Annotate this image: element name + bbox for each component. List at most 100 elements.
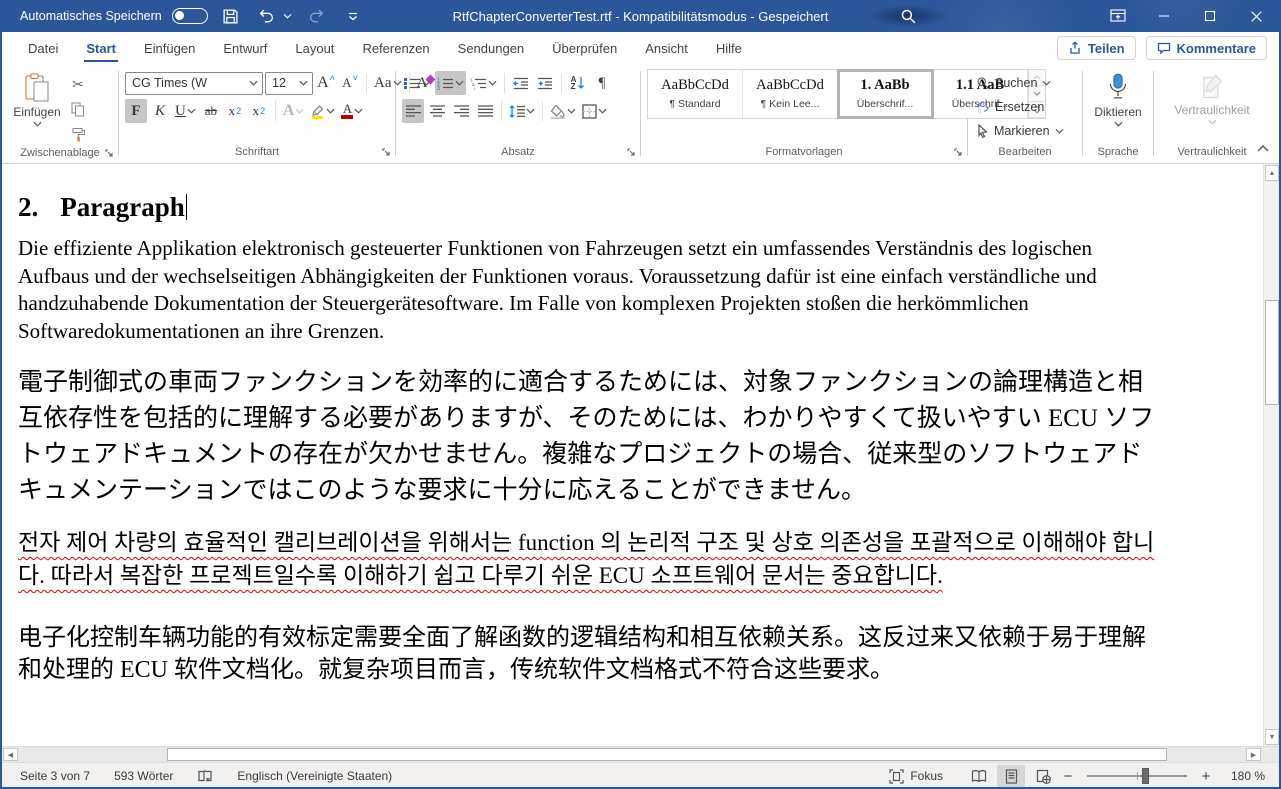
tab-ansicht[interactable]: Ansicht	[631, 32, 702, 64]
paragraph-chinese[interactable]: 电子化控制车辆功能的有效标定需要全面了解函数的逻辑结构和相互依赖关系。这反过来又…	[18, 622, 1163, 686]
zoom-level[interactable]: 180 %	[1217, 769, 1265, 783]
align-center-button[interactable]	[426, 99, 448, 123]
cut-icon[interactable]: ✂	[66, 73, 90, 95]
tab-hilfe[interactable]: Hilfe	[702, 32, 756, 64]
style-standard[interactable]: AaBbCcDd ¶ Standard	[648, 70, 743, 118]
show-formatting-marks-button[interactable]: ¶	[591, 71, 613, 95]
language-group: Diktieren Sprache	[1085, 67, 1151, 163]
paste-button[interactable]: Einfügen	[8, 69, 66, 145]
horizontal-scrollbar-thumb[interactable]	[167, 748, 1167, 761]
text-effects-button[interactable]: A	[281, 99, 307, 123]
ribbon-display-options-icon[interactable]	[1095, 0, 1141, 32]
bullets-button[interactable]	[402, 71, 433, 95]
paragraph-japanese[interactable]: 電子制御式の車両ファンクションを効率的に適合するためには、対象ファンクションの論…	[18, 365, 1163, 509]
align-right-button[interactable]	[450, 99, 472, 123]
zoom-in-button[interactable]: +	[1199, 768, 1213, 785]
share-button[interactable]: Teilen	[1057, 36, 1136, 60]
font-name-combobox[interactable]: CG Times (W	[125, 72, 263, 95]
zoom-out-button[interactable]: −	[1061, 768, 1075, 785]
grow-font-button[interactable]: A˄	[315, 71, 337, 95]
align-left-button[interactable]	[402, 99, 424, 123]
scroll-right-icon[interactable]: ▶	[1246, 748, 1261, 761]
read-mode-icon[interactable]	[965, 765, 993, 787]
redo-icon	[304, 3, 330, 29]
comments-button[interactable]: Kommentare	[1146, 36, 1267, 60]
tab-layout[interactable]: Layout	[281, 32, 348, 64]
close-button[interactable]	[1233, 0, 1279, 32]
web-layout-icon[interactable]	[1029, 765, 1057, 787]
copy-icon[interactable]	[66, 98, 90, 120]
borders-button[interactable]	[580, 99, 609, 123]
comment-icon	[1157, 41, 1171, 55]
minimize-button[interactable]	[1141, 0, 1187, 32]
paragraph-german[interactable]: Die effiziente Applikation elektronisch …	[18, 235, 1158, 345]
increase-indent-button[interactable]	[534, 71, 556, 95]
save-icon[interactable]	[218, 3, 244, 29]
sensitivity-icon	[1199, 73, 1225, 101]
maximize-button[interactable]	[1187, 0, 1233, 32]
justify-button[interactable]	[474, 99, 496, 123]
scroll-down-icon[interactable]: ▼	[1265, 729, 1279, 745]
scroll-left-icon[interactable]: ◀	[3, 748, 18, 761]
svg-text:i: i	[474, 86, 475, 90]
bold-button[interactable]: F	[125, 99, 147, 123]
zoom-slider-thumb[interactable]	[1142, 768, 1149, 784]
dictate-button[interactable]: Diktieren	[1089, 69, 1147, 144]
styles-dialog-launcher-icon[interactable]	[953, 147, 963, 160]
font-dialog-launcher-icon[interactable]	[381, 147, 391, 160]
underline-button[interactable]: U	[173, 99, 198, 123]
tab-referenzen[interactable]: Referenzen	[348, 32, 443, 64]
undo-dropdown-icon[interactable]	[282, 3, 294, 29]
style-ueberschrift-1[interactable]: 1. AaBb Überschrif...	[838, 70, 933, 118]
styles-group: AaBbCcDd ¶ Standard AaBbCcDd ¶ Kein Lee.…	[643, 67, 965, 163]
tab-sendungen[interactable]: Sendungen	[444, 32, 539, 64]
select-button[interactable]: Markieren	[974, 119, 1064, 142]
page-indicator[interactable]: Seite 3 von 7	[20, 769, 90, 783]
collapse-ribbon-icon[interactable]	[1257, 139, 1269, 157]
autosave-toggle[interactable]	[172, 8, 208, 24]
tab-start[interactable]: Start	[72, 32, 130, 64]
tab-entwurf[interactable]: Entwurf	[209, 32, 281, 64]
document-heading[interactable]: 2.Paragraph	[18, 192, 1172, 223]
multilevel-list-button[interactable]: 1ai	[468, 71, 499, 95]
clipboard-dialog-launcher-icon[interactable]	[104, 148, 114, 161]
strikethrough-button[interactable]: ab	[200, 99, 222, 123]
decrease-indent-button[interactable]	[510, 71, 532, 95]
print-layout-icon[interactable]	[997, 765, 1025, 787]
sort-button[interactable]: AZ	[567, 71, 589, 95]
shrink-font-button[interactable]: A˅	[339, 71, 361, 95]
tab-ueberpruefen[interactable]: Überprüfen	[538, 32, 631, 64]
paragraph-dialog-launcher-icon[interactable]	[626, 147, 636, 160]
italic-button[interactable]: K	[149, 99, 171, 123]
subscript-button[interactable]: x2	[224, 99, 246, 123]
shading-button[interactable]	[548, 99, 578, 123]
numbering-button[interactable]: 123	[435, 71, 466, 95]
document-page[interactable]: 2.Paragraph Die effiziente Applikation e…	[2, 164, 1192, 686]
undo-icon[interactable]	[254, 3, 280, 29]
language-indicator[interactable]: Englisch (Vereinigte Staaten)	[237, 769, 392, 783]
font-size-combobox[interactable]: 12	[265, 72, 313, 95]
proofing-errors-icon[interactable]	[197, 769, 213, 784]
zoom-slider[interactable]	[1087, 775, 1187, 777]
tab-datei[interactable]: Datei	[14, 32, 72, 64]
highlight-color-button[interactable]	[308, 99, 337, 123]
scroll-up-icon[interactable]: ▲	[1265, 165, 1279, 181]
line-spacing-button[interactable]	[507, 99, 537, 123]
style-kein-leerraum[interactable]: AaBbCcDd ¶ Kein Lee...	[743, 70, 838, 118]
search-icon[interactable]	[895, 4, 921, 28]
replace-button[interactable]: bc Ersetzen	[974, 95, 1064, 118]
superscript-button[interactable]: x2	[248, 99, 270, 123]
word-window: Automatisches Speichern RtfChapterConver…	[0, 0, 1281, 789]
horizontal-scrollbar[interactable]: ◀ ▶	[2, 746, 1279, 762]
vertical-scrollbar-thumb[interactable]	[1265, 300, 1279, 405]
word-count[interactable]: 593 Wörter	[114, 769, 173, 783]
vertical-scrollbar[interactable]: ▲ ▼	[1263, 164, 1279, 746]
find-button[interactable]: Suchen	[974, 71, 1064, 94]
paragraph-korean[interactable]: 전자 제어 차량의 효율적인 캘리브레이션을 위해서는 function 의 논…	[18, 526, 1163, 592]
focus-mode-button[interactable]: Fokus	[889, 769, 943, 784]
format-painter-icon[interactable]	[66, 123, 90, 145]
quick-access-customize-icon[interactable]	[340, 3, 366, 29]
font-color-button[interactable]: A	[339, 99, 365, 123]
svg-text:3: 3	[437, 86, 440, 90]
tab-einfuegen[interactable]: Einfügen	[130, 32, 209, 64]
